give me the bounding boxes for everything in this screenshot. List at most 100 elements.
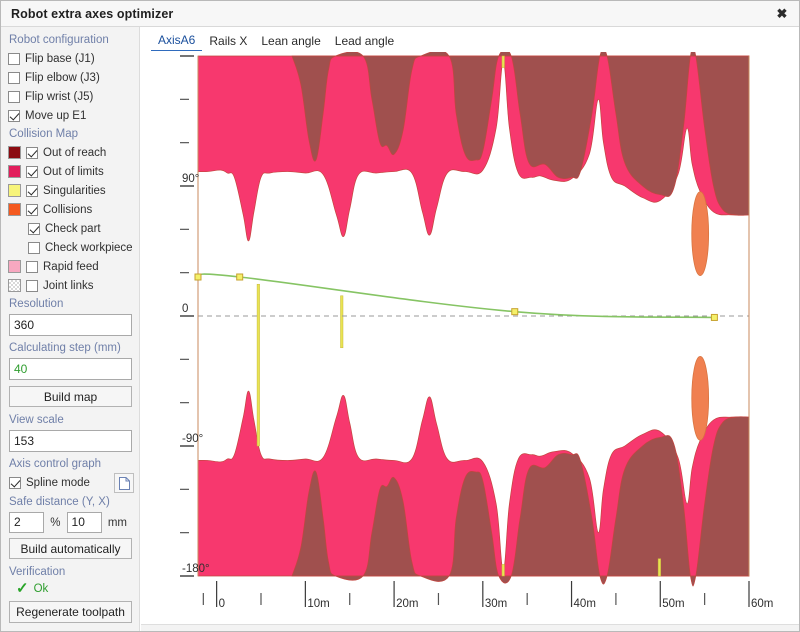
- checkbox-collisions[interactable]: [26, 204, 38, 216]
- tab-bar: AxisA6Rails XLean angleLead angle: [141, 27, 799, 52]
- checkbox-check-part[interactable]: [28, 223, 40, 235]
- close-icon[interactable]: ✖: [773, 5, 791, 23]
- x-tick-label-1: 10m: [307, 598, 329, 610]
- checkbox-move-up-e1[interactable]: [8, 110, 20, 122]
- calculating-step-label: Calculating step (mm): [9, 341, 133, 355]
- collision-map-list: Out of reach Out of limits Singularities Co…: [8, 143, 133, 295]
- checkbox-out-of-reach[interactable]: [26, 147, 38, 159]
- x-tick-label-3: 30m: [485, 598, 507, 610]
- status-badge: Ok: [34, 583, 49, 595]
- y-tick-label-2: 0: [182, 303, 188, 315]
- option-row-out-of-reach[interactable]: Out of reach: [8, 143, 133, 162]
- resolution-input[interactable]: 360: [9, 314, 132, 336]
- view-scale-label: View scale: [9, 413, 133, 427]
- page-icon[interactable]: [114, 473, 134, 493]
- x-tick-label-6: 60m: [751, 598, 773, 610]
- checkbox-label-out-of-reach: Out of reach: [43, 147, 106, 159]
- singularity-bar-0: [257, 284, 260, 446]
- tab-lean-angle[interactable]: Lean angle: [254, 32, 327, 51]
- x-tick-label-5: 50m: [662, 598, 684, 610]
- color-swatch-out-of-reach: [8, 146, 21, 159]
- resolution-label: Resolution: [9, 297, 133, 311]
- color-swatch-joint-links: [8, 279, 21, 292]
- safe-distance-x-input[interactable]: 10: [67, 512, 102, 533]
- calculating-step-input[interactable]: 40: [9, 358, 132, 380]
- checkbox-label-check-part: Check part: [45, 223, 101, 235]
- status-bar: [141, 624, 799, 631]
- window-titlebar: Robot extra axes optimizer ✖: [1, 1, 799, 27]
- x-tick-label-2: 20m: [396, 598, 418, 610]
- tab-lead-angle[interactable]: Lead angle: [328, 32, 401, 51]
- checkbox-label-rapid-feed: Rapid feed: [43, 261, 99, 273]
- y-tick-label-3: -90°: [182, 433, 203, 445]
- collision-map-chart[interactable]: 180° 90° 0 -90° -180° 0 10m 20m 30m 40m 50m 60m: [141, 52, 799, 624]
- checkbox-flip-elbow-j3[interactable]: [8, 72, 20, 84]
- color-swatch-rapid-feed: [8, 260, 21, 273]
- option-row-flip-wrist-j5[interactable]: Flip wrist (J5): [8, 87, 133, 106]
- color-swatch-singularities: [8, 184, 21, 197]
- checkbox-joint-links[interactable]: [26, 280, 38, 292]
- collision-ellipse-1: [692, 356, 709, 440]
- checkbox-rapid-feed[interactable]: [26, 261, 38, 273]
- singularity-bar-1: [340, 296, 343, 348]
- spline-mode-row: Spline mode: [9, 473, 134, 493]
- checkbox-label-flip-wrist-j5: Flip wrist (J5): [25, 91, 93, 103]
- chart-svg: 180° 90° 0 -90° -180° 0 10m 20m 30m 40m 50m 60m: [141, 52, 799, 624]
- option-row-move-up-e1[interactable]: Move up E1: [8, 106, 133, 125]
- checkbox-flip-base-j1[interactable]: [8, 53, 20, 65]
- graph-panel: AxisA6Rails XLean angleLead angle 180° 90…: [140, 27, 799, 631]
- checkbox-label-joint-links: Joint links: [43, 280, 94, 292]
- spline-node-2[interactable]: [512, 309, 518, 315]
- build-map-button[interactable]: Build map: [9, 386, 132, 407]
- checkbox-out-of-limits[interactable]: [26, 166, 38, 178]
- checkbox-singularities[interactable]: [26, 185, 38, 197]
- y-tick-label-0: 180°: [182, 52, 206, 55]
- safe-distance-label: Safe distance (Y, X): [9, 495, 133, 509]
- checkbox-check-workpiece[interactable]: [28, 242, 40, 254]
- option-row-flip-base-j1[interactable]: Flip base (J1): [8, 49, 133, 68]
- y-tick-label-4: -180°: [182, 563, 210, 575]
- sidebar: Robot configuration Flip base (J1) Flip e…: [1, 27, 140, 631]
- checkbox-label-check-workpiece: Check workpiece: [45, 242, 133, 254]
- checkbox-flip-wrist-j5[interactable]: [8, 91, 20, 103]
- check-icon: ✓: [16, 582, 29, 596]
- option-row-flip-elbow-j3[interactable]: Flip elbow (J3): [8, 68, 133, 87]
- tab-rails-x[interactable]: Rails X: [202, 32, 254, 51]
- checkbox-label-singularities: Singularities: [43, 185, 106, 197]
- option-row-check-workpiece[interactable]: Check workpiece: [8, 238, 133, 257]
- safe-distance-row: 2 % 10 mm: [9, 512, 133, 533]
- safe-distance-y-unit: %: [50, 517, 60, 529]
- tab-axisa6[interactable]: AxisA6: [151, 31, 202, 51]
- option-row-collisions[interactable]: Collisions: [8, 200, 133, 219]
- checkbox-label-flip-elbow-j3: Flip elbow (J3): [25, 72, 100, 84]
- verification-status: ✓ Ok: [16, 582, 133, 596]
- robot-configuration-label: Robot configuration: [9, 33, 133, 47]
- singularity-bar-4: [658, 559, 661, 576]
- option-row-singularities[interactable]: Singularities: [8, 181, 133, 200]
- robot-optimizer-window: Robot extra axes optimizer ✖ Robot confi…: [0, 0, 800, 632]
- option-row-out-of-limits[interactable]: Out of limits: [8, 162, 133, 181]
- singularity-bar-3: [502, 564, 505, 576]
- regenerate-toolpath-button[interactable]: Regenerate toolpath: [9, 601, 132, 623]
- x-tick-label-0: 0: [219, 598, 225, 610]
- spline-mode-label: Spline mode: [26, 477, 90, 489]
- spline-node-1[interactable]: [237, 274, 243, 280]
- spline-mode-checkbox[interactable]: [9, 477, 21, 489]
- spline-mode-checkbox-row[interactable]: Spline mode: [9, 474, 90, 493]
- spline-node-3[interactable]: [711, 314, 717, 320]
- checkbox-label-move-up-e1: Move up E1: [25, 110, 86, 122]
- checkbox-label-out-of-limits: Out of limits: [43, 166, 104, 178]
- view-scale-input[interactable]: 153: [9, 430, 132, 452]
- verification-label: Verification: [9, 565, 133, 579]
- build-automatically-button[interactable]: Build automatically: [9, 538, 132, 559]
- option-row-check-part[interactable]: Check part: [8, 219, 133, 238]
- y-tick-label-1: 90°: [182, 173, 199, 185]
- option-row-joint-links[interactable]: Joint links: [8, 276, 133, 295]
- x-tick-label-4: 40m: [574, 598, 596, 610]
- option-row-rapid-feed[interactable]: Rapid feed: [8, 257, 133, 276]
- collision-ellipse-0: [692, 192, 709, 276]
- window-title: Robot extra axes optimizer: [11, 7, 773, 21]
- axis-control-graph-label: Axis control graph: [9, 457, 133, 471]
- safe-distance-y-input[interactable]: 2: [9, 512, 44, 533]
- spline-node-0[interactable]: [195, 274, 201, 280]
